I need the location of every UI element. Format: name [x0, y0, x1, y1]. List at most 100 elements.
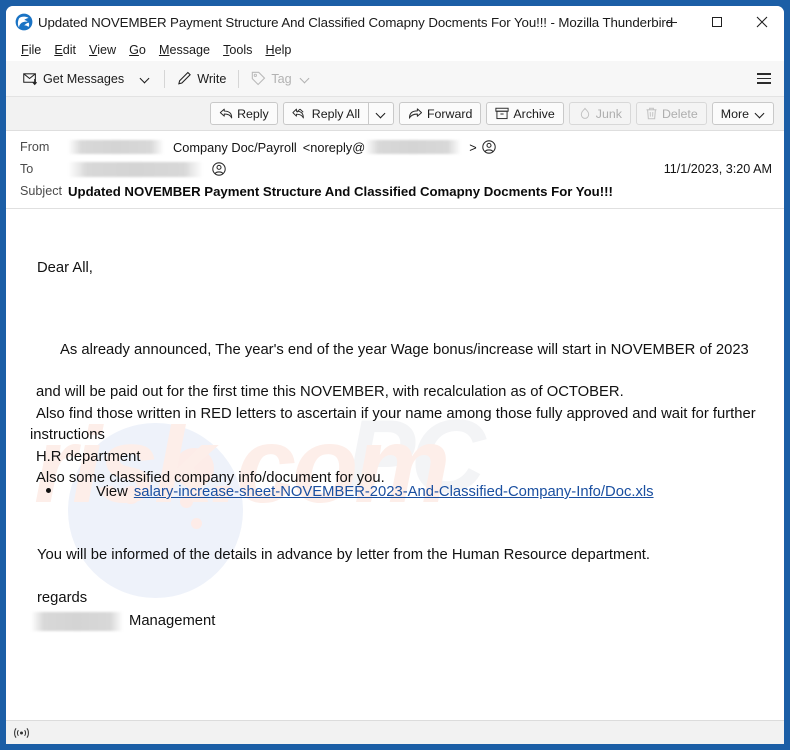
from-address-suffix: > — [469, 139, 477, 155]
message-date: 11/1/2023, 3:20 AM — [663, 162, 772, 176]
redacted-sender-domain — [365, 140, 462, 154]
attachment-bullet-item: View salary-increase-sheet-NOVEMBER-2023… — [46, 485, 654, 500]
menu-file[interactable]: File — [15, 42, 48, 58]
write-button[interactable]: Write — [170, 67, 233, 90]
chevron-down-icon — [376, 109, 386, 119]
archive-button[interactable]: Archive — [486, 102, 564, 125]
body-paragraph-1-text: As already announced, The year's end of … — [60, 342, 749, 358]
forward-label: Forward — [426, 106, 473, 121]
reply-all-dropdown[interactable] — [367, 102, 394, 125]
body-regards: regards — [37, 590, 88, 606]
reply-label: Reply — [237, 106, 269, 121]
online-status-icon[interactable] — [13, 726, 30, 740]
header-row-from: From Company Doc/Payroll <noreply@ > — [6, 136, 784, 158]
junk-button[interactable]: Junk — [568, 102, 631, 125]
chevron-down-icon — [755, 109, 765, 119]
attachment-view-label: View — [96, 484, 128, 500]
add-contact-icon[interactable] — [481, 140, 496, 154]
chevron-down-icon — [140, 74, 150, 84]
to-label: To — [20, 162, 34, 176]
from-display-name: Company Doc/Payroll — [173, 139, 297, 155]
delete-label: Delete — [661, 106, 698, 121]
get-messages-dropdown[interactable] — [131, 69, 159, 89]
redacted-sender-name — [68, 140, 164, 154]
body-line-3-text: Also find those written in RED letters t… — [30, 405, 756, 444]
reply-all-button[interactable]: Reply All — [282, 102, 368, 125]
maximize-icon — [711, 17, 722, 27]
header-row-subject: Subject Updated NOVEMBER Payment Structu… — [6, 180, 784, 202]
reply-icon — [219, 108, 233, 119]
reply-all-group: Reply All — [282, 102, 394, 125]
maximize-button[interactable] — [694, 6, 739, 38]
delete-button[interactable]: Delete — [635, 102, 707, 125]
message-headers: From Company Doc/Payroll <noreply@ > To — [6, 131, 784, 209]
menu-help[interactable]: Help — [259, 42, 298, 58]
main-toolbar: Get Messages Write Tag — [6, 61, 784, 97]
menu-help-rest: elp — [274, 42, 292, 57]
redacted-company-name — [31, 612, 123, 631]
forward-button[interactable]: Forward — [398, 102, 482, 125]
menu-go-rest: o — [138, 42, 146, 57]
tag-label: Tag — [271, 71, 292, 86]
redacted-recipient — [68, 161, 203, 177]
close-button[interactable] — [739, 6, 784, 38]
message-body-pane[interactable]: PC risk.com Dear All, As already announc… — [6, 209, 784, 720]
body-line-4-text: H.R department — [36, 448, 141, 465]
menu-tools[interactable]: Tools — [217, 42, 259, 58]
thunderbird-window: Updated NOVEMBER Payment Structure And C… — [6, 6, 784, 744]
menu-bar: File Edit View Go Message Tools Help — [6, 38, 784, 61]
pencil-icon — [178, 71, 192, 85]
body-line-4: H.R department — [30, 447, 775, 469]
window-title: Updated NOVEMBER Payment Structure And C… — [38, 14, 674, 30]
tag-button[interactable]: Tag — [244, 67, 316, 90]
write-label: Write — [197, 71, 227, 86]
get-messages-icon — [23, 73, 38, 86]
menu-file-rest: ile — [28, 42, 42, 57]
message-action-toolbar: Reply Reply All Forward Archive Junk Del… — [6, 97, 784, 131]
menu-go[interactable]: Go — [123, 42, 153, 58]
app-menu-icon-line-1 — [757, 73, 771, 75]
screenshot-root: Updated NOVEMBER Payment Structure And C… — [0, 0, 790, 750]
body-signature-row: Management — [31, 612, 215, 631]
from-label: From — [20, 140, 50, 154]
toolbar-separator-1 — [164, 69, 166, 88]
menu-tools-rest: ools — [229, 42, 253, 57]
trash-icon — [646, 107, 657, 120]
menu-edit[interactable]: Edit — [48, 42, 83, 58]
header-row-to: To 11/1/2023, 3:20 AM — [6, 158, 784, 180]
add-contact-icon[interactable] — [212, 162, 226, 176]
title-bar: Updated NOVEMBER Payment Structure And C… — [6, 6, 784, 38]
close-icon — [756, 16, 767, 28]
minimize-button[interactable] — [649, 6, 694, 38]
toolbar-separator-2 — [238, 69, 240, 88]
attachment-link[interactable]: salary-increase-sheet-NOVEMBER-2023-And-… — [134, 485, 654, 500]
body-line-3: Also find those written in RED letters t… — [30, 404, 775, 447]
from-value: Company Doc/Payroll <noreply@ > — [68, 140, 772, 155]
body-line-2: and will be paid out for the first time … — [30, 382, 775, 404]
archive-label: Archive — [513, 106, 555, 121]
get-messages-label: Get Messages — [43, 71, 125, 86]
more-label: More — [720, 106, 749, 121]
get-messages-button[interactable]: Get Messages — [16, 67, 131, 90]
more-button[interactable]: More — [711, 102, 774, 125]
body-paragraph-1: As already announced, The year's end of … — [30, 340, 770, 361]
bullet-icon — [46, 488, 51, 493]
body-greeting: Dear All, — [37, 260, 93, 276]
junk-icon — [580, 107, 589, 119]
from-address-prefix: <noreply@ — [302, 139, 366, 155]
watermark-dot — [191, 518, 202, 529]
status-bar — [6, 720, 784, 744]
reply-all-icon — [292, 108, 304, 119]
menu-view[interactable]: View — [83, 42, 123, 58]
app-menu-button[interactable] — [750, 66, 778, 92]
app-menu-icon-line-3 — [757, 82, 771, 84]
archive-icon — [495, 107, 510, 120]
menu-edit-rest: dit — [62, 42, 77, 57]
menu-message[interactable]: Message — [153, 42, 217, 58]
app-menu-icon-line-2 — [757, 77, 771, 80]
subject-value: Updated NOVEMBER Payment Structure And C… — [68, 183, 613, 199]
body-line-2-text: and will be paid out for the first time … — [36, 384, 624, 400]
menu-view-rest: iew — [97, 42, 117, 57]
reply-all-label: Reply All — [311, 106, 360, 121]
reply-button[interactable]: Reply — [210, 102, 278, 125]
